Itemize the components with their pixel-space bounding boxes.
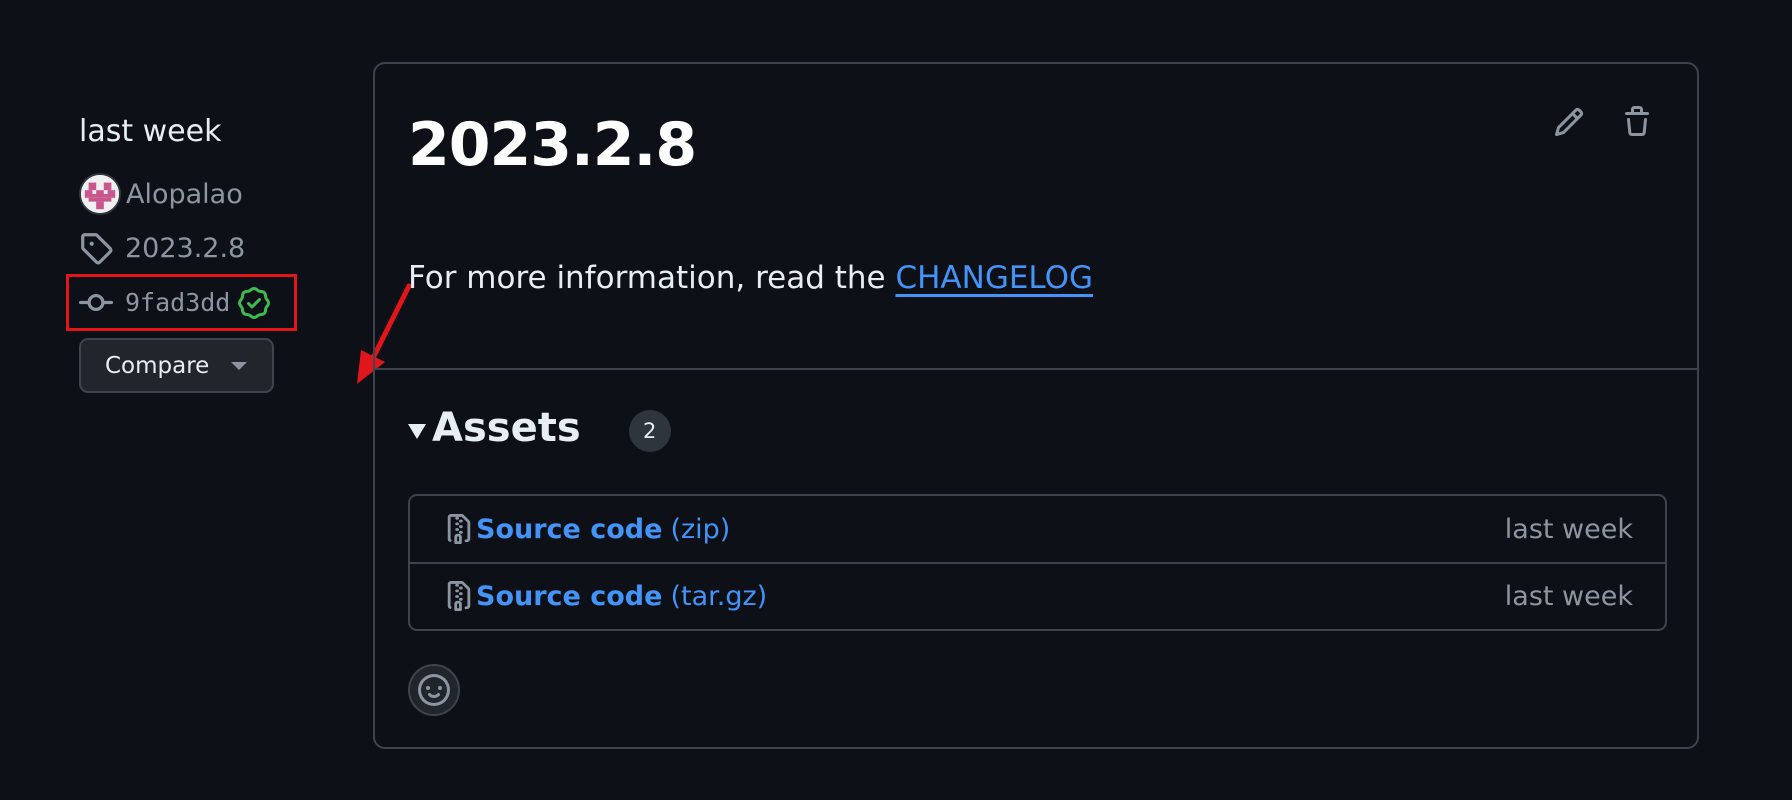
- asset-name[interactable]: Source code: [476, 581, 662, 612]
- asset-ext[interactable]: (zip): [670, 514, 730, 545]
- commit-sha[interactable]: 9fad3dd: [125, 288, 230, 317]
- release-page: last week Alopalao 2023.2.8 9fad3dd Comp…: [0, 0, 1792, 800]
- assets-count-badge: 2: [628, 410, 671, 452]
- git-commit-icon: [79, 293, 113, 311]
- tag-link[interactable]: 2023.2.8: [79, 228, 329, 268]
- identicon-icon: [81, 175, 119, 213]
- file-zip-icon: [444, 513, 474, 545]
- changelog-link[interactable]: CHANGELOG: [895, 260, 1093, 296]
- asset-time: last week: [1504, 513, 1633, 545]
- list-item[interactable]: Source code (tar.gz) last week: [410, 562, 1665, 628]
- pencil-icon: [1554, 107, 1584, 137]
- tag-icon: [81, 233, 113, 265]
- release-date: last week: [79, 114, 222, 149]
- verified-badge-icon[interactable]: [238, 286, 271, 319]
- release-card: 2023.2.8 For more information, read the …: [373, 62, 1699, 749]
- commit-link[interactable]: 9fad3dd: [66, 274, 297, 331]
- author-name[interactable]: Alopalao: [126, 179, 243, 210]
- release-sidebar: last week Alopalao 2023.2.8 9fad3dd Comp…: [66, 112, 412, 393]
- triangle-down-icon: [408, 423, 426, 439]
- compare-dropdown-button[interactable]: Compare: [79, 338, 274, 393]
- assets-title: Assets: [432, 405, 581, 451]
- smiley-icon: [418, 674, 450, 706]
- asset-ext[interactable]: (tar.gz): [670, 581, 767, 612]
- release-title[interactable]: 2023.2.8: [408, 110, 697, 180]
- avatar[interactable]: [79, 173, 121, 215]
- list-item[interactable]: Source code (zip) last week: [410, 496, 1665, 562]
- file-zip-icon: [444, 580, 474, 612]
- asset-name[interactable]: Source code: [476, 514, 662, 545]
- add-reaction-button[interactable]: [408, 664, 460, 716]
- trash-icon: [1625, 106, 1649, 136]
- compare-label: Compare: [105, 352, 210, 379]
- release-actions: [1521, 102, 1657, 142]
- asset-time: last week: [1504, 580, 1633, 612]
- delete-release-button[interactable]: [1617, 102, 1657, 142]
- assets-toggle[interactable]: Assets 2: [408, 404, 671, 452]
- tag-name[interactable]: 2023.2.8: [125, 233, 245, 264]
- release-header: 2023.2.8 For more information, read the …: [375, 64, 1697, 370]
- author-link[interactable]: Alopalao: [79, 173, 329, 215]
- release-notes: For more information, read the CHANGELOG: [408, 260, 1093, 296]
- asset-list: Source code (zip) last week Source code …: [408, 494, 1667, 631]
- chevron-down-icon: [231, 361, 248, 370]
- release-notes-text: For more information, read the: [408, 260, 896, 296]
- edit-release-button[interactable]: [1549, 102, 1589, 142]
